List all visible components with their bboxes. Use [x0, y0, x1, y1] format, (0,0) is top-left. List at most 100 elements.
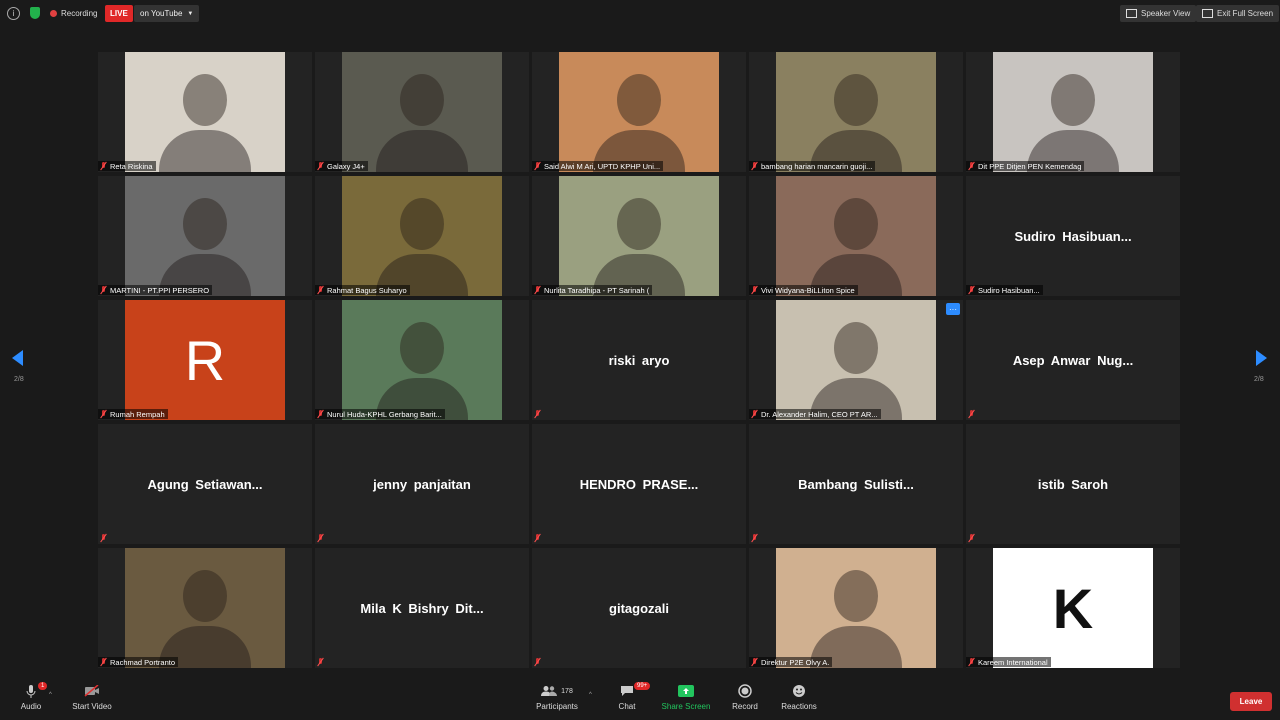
participant-display-name: Agung Setiawan...: [147, 476, 263, 492]
participant-tile[interactable]: riski aryo: [532, 300, 746, 420]
participant-video: [125, 176, 285, 296]
participant-name-tag: Sudiro Hasibuan...: [966, 285, 1043, 295]
chevron-down-icon: ▼: [187, 10, 194, 17]
participant-name-tag: Direktur P2E Olvy A.: [749, 657, 833, 667]
participant-tile[interactable]: Asep Anwar Nug...: [966, 300, 1180, 420]
participants-label: Participants: [536, 702, 578, 711]
participant-tile[interactable]: R Rumah Rempah: [98, 300, 312, 420]
participant-tile[interactable]: Nurul Huda-KPHL Gerbang Barit...: [315, 300, 529, 420]
participant-display-name: Asep Anwar Nug...: [1012, 352, 1134, 368]
record-button[interactable]: Record: [730, 680, 760, 711]
person-silhouette: [376, 130, 468, 172]
previous-page-arrow-icon[interactable]: [12, 350, 23, 366]
speaker-view-icon: [1126, 9, 1137, 18]
participant-tile[interactable]: Said Alwi M Ari, UPTD KPHP Uni...: [532, 52, 746, 172]
chat-button[interactable]: 99+ Chat: [614, 680, 651, 711]
youtube-stream-dropdown[interactable]: on YouTube ▼: [134, 5, 200, 22]
participant-name: MARTINI - PT.PPI PERSERO: [110, 285, 210, 295]
participant-tile[interactable]: Bambang Sulisti...: [749, 424, 963, 544]
participant-tile[interactable]: Dit PPE Ditjen PEN Kemendag: [966, 52, 1180, 172]
participant-tile[interactable]: Dr. Alexander Halim, CEO PT AR... ···: [749, 300, 963, 420]
participant-name-tag: [315, 533, 330, 543]
participant-video: [125, 548, 285, 668]
participants-button[interactable]: 178 Participants: [533, 680, 581, 711]
participant-name-tag: Vivi Widyana-BiLLiton Spice: [749, 285, 858, 295]
participant-video: [559, 176, 719, 296]
participant-tile[interactable]: Vivi Widyana-BiLLiton Spice: [749, 176, 963, 296]
exit-fullscreen-button[interactable]: Exit Full Screen: [1196, 5, 1280, 22]
microphone-icon: 1: [25, 680, 48, 702]
participant-tile[interactable]: K Kareem International: [966, 548, 1180, 668]
person-silhouette: [834, 198, 878, 250]
exit-fullscreen-icon: [1202, 9, 1213, 18]
person-silhouette: [1051, 74, 1095, 126]
participant-display-name: riski aryo: [608, 352, 670, 368]
participant-video: [776, 52, 936, 172]
speaker-view-button[interactable]: Speaker View: [1120, 5, 1197, 22]
participant-name-tag: [749, 533, 764, 543]
participant-tile[interactable]: gitagozali: [532, 548, 746, 668]
participant-name-tag: [966, 409, 981, 419]
participants-icon: 178: [541, 680, 573, 702]
participant-video: [125, 52, 285, 172]
participant-tile[interactable]: jenny panjaitan: [315, 424, 529, 544]
bottom-toolbar: 1 Audio ^ Start Video 178 Participants ^…: [0, 680, 1280, 720]
participant-tile[interactable]: Direktur P2E Olvy A.: [749, 548, 963, 668]
more-options-icon[interactable]: ···: [946, 303, 960, 315]
participant-tile[interactable]: istib Saroh: [966, 424, 1180, 544]
participant-video: K: [993, 548, 1153, 668]
person-silhouette: [617, 74, 661, 126]
participant-video: [342, 176, 502, 296]
exit-fullscreen-label: Exit Full Screen: [1217, 9, 1274, 18]
next-page-arrow-icon[interactable]: [1256, 350, 1267, 366]
muted-microphone-icon: [968, 534, 975, 542]
participant-tile[interactable]: Galaxy J4+: [315, 52, 529, 172]
recording-indicator[interactable]: Recording: [50, 6, 97, 20]
chat-icon: 99+: [620, 680, 651, 702]
participant-name-tag: [966, 533, 981, 543]
muted-microphone-icon: [317, 162, 324, 170]
participant-name-tag: Rumah Rempah: [98, 409, 168, 419]
shield-icon[interactable]: [30, 7, 40, 19]
participant-name: Rahmat Bagus Suharyo: [327, 285, 407, 295]
participant-name-tag: Reta Riskina: [98, 161, 156, 171]
participant-video: [342, 52, 502, 172]
chat-badge: 99+: [634, 682, 651, 690]
participant-tile[interactable]: MARTINI - PT.PPI PERSERO: [98, 176, 312, 296]
person-silhouette: [834, 74, 878, 126]
participant-tile[interactable]: bambang harian mancarin guoji...: [749, 52, 963, 172]
muted-microphone-icon: [751, 410, 758, 418]
audio-label: Audio: [20, 702, 42, 711]
participant-tile[interactable]: Agung Setiawan...: [98, 424, 312, 544]
audio-options-chevron-icon[interactable]: ^: [49, 692, 52, 698]
participant-name: Vivi Widyana-BiLLiton Spice: [761, 285, 855, 295]
participant-name: Nurul Huda-KPHL Gerbang Barit...: [327, 409, 442, 419]
participant-tile[interactable]: Reta Riskina: [98, 52, 312, 172]
muted-microphone-icon: [317, 286, 324, 294]
participant-tile[interactable]: Nurlita Taradhipa - PT Sarinah (: [532, 176, 746, 296]
participant-video: [993, 52, 1153, 172]
leave-button[interactable]: Leave: [1230, 692, 1272, 711]
participant-tile[interactable]: Sudiro Hasibuan... Sudiro Hasibuan...: [966, 176, 1180, 296]
muted-microphone-icon: [317, 534, 324, 542]
participant-name-tag: Said Alwi M Ari, UPTD KPHP Uni...: [532, 161, 664, 171]
info-icon[interactable]: i: [7, 7, 20, 20]
participants-options-chevron-icon[interactable]: ^: [589, 692, 592, 698]
start-video-button[interactable]: Start Video: [70, 680, 114, 711]
participant-name-tag: Rahmat Bagus Suharyo: [315, 285, 410, 295]
participant-tile[interactable]: HENDRO PRASE...: [532, 424, 746, 544]
participant-name: Reta Riskina: [110, 161, 153, 171]
share-screen-button[interactable]: Share Screen: [660, 680, 712, 711]
video-camera-off-icon: [84, 680, 100, 702]
person-silhouette: [183, 198, 227, 250]
participant-name: Nurlita Taradhipa - PT Sarinah (: [544, 285, 650, 295]
reactions-button[interactable]: Reactions: [780, 680, 818, 711]
participant-tile[interactable]: Mila K Bishry Dit...: [315, 548, 529, 668]
muted-microphone-icon: [968, 410, 975, 418]
participant-tile[interactable]: Rahmat Bagus Suharyo: [315, 176, 529, 296]
participant-display-name: Bambang Sulisti...: [798, 476, 914, 492]
participant-tile[interactable]: Rachmad Portranto: [98, 548, 312, 668]
participant-display-name: gitagozali: [609, 600, 669, 616]
muted-microphone-icon: [534, 162, 541, 170]
audio-button[interactable]: 1 Audio: [18, 680, 48, 711]
